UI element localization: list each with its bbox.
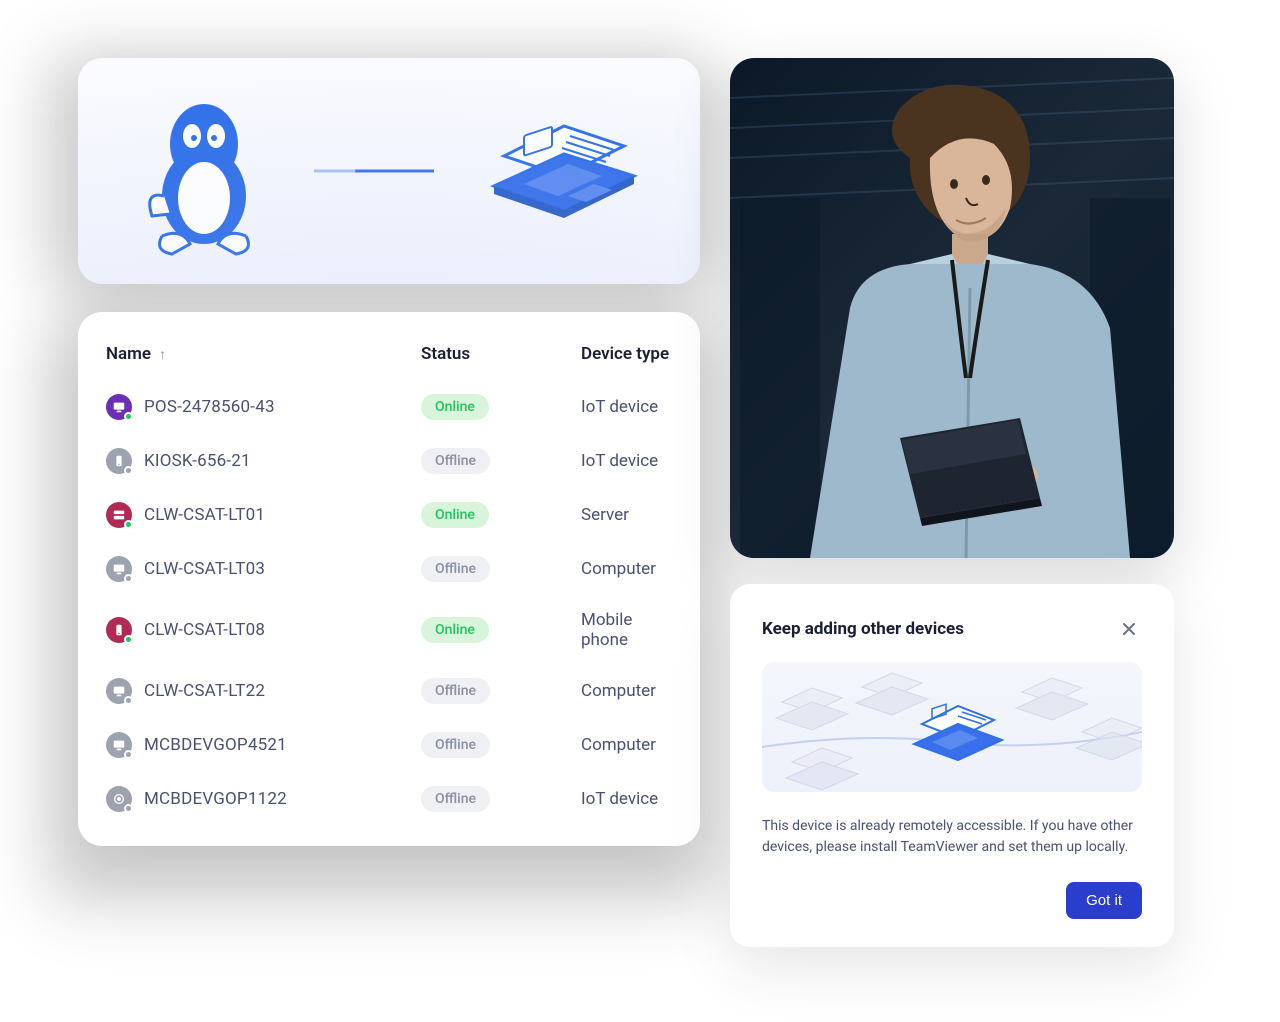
device-type-icon xyxy=(106,786,132,812)
close-icon xyxy=(1120,620,1138,638)
device-name-label: KIOSK-656-21 xyxy=(144,451,251,471)
device-name-label: POS-2478560-43 xyxy=(144,397,275,417)
device-type-label: Computer xyxy=(581,735,672,755)
device-name-label: CLW-CSAT-LT03 xyxy=(144,559,265,579)
device-type-icon xyxy=(106,678,132,704)
column-header-name[interactable]: Name ↑ xyxy=(106,344,421,364)
device-name-label: CLW-CSAT-LT22 xyxy=(144,681,265,701)
device-type-icon xyxy=(106,617,132,643)
table-row[interactable]: MCBDEVGOP1122 Offline IoT device xyxy=(78,772,700,826)
device-type-icon xyxy=(106,556,132,582)
device-type-icon xyxy=(106,448,132,474)
column-header-type[interactable]: Device type xyxy=(581,344,672,364)
table-row[interactable]: POS-2478560-43 Online IoT device xyxy=(78,380,700,434)
status-dot-icon xyxy=(124,466,133,475)
illustration-card xyxy=(78,58,700,284)
device-type-label: Computer xyxy=(581,681,672,701)
sort-ascending-icon: ↑ xyxy=(159,346,166,363)
add-devices-dialog: Keep adding other devices xyxy=(730,584,1174,947)
device-name-label: MCBDEVGOP4521 xyxy=(144,735,287,755)
device-type-label: IoT device xyxy=(581,397,672,417)
table-row[interactable]: CLW-CSAT-LT01 Online Server xyxy=(78,488,700,542)
status-dot-icon xyxy=(124,635,133,644)
dialog-illustration xyxy=(762,662,1142,792)
status-dot-icon xyxy=(124,412,133,421)
device-type-label: Mobile phone xyxy=(581,610,672,650)
device-type-label: Server xyxy=(581,505,672,525)
laptop-icon xyxy=(474,106,644,236)
status-dot-icon xyxy=(124,696,133,705)
device-type-icon xyxy=(106,732,132,758)
table-row[interactable]: CLW-CSAT-LT22 Offline Computer xyxy=(78,664,700,718)
device-type-icon xyxy=(106,394,132,420)
device-list-body: POS-2478560-43 Online IoT device KIOSK-6… xyxy=(78,380,700,826)
status-dot-icon xyxy=(124,520,133,529)
status-badge: Online xyxy=(421,502,489,528)
status-badge: Offline xyxy=(421,448,490,474)
device-name-label: CLW-CSAT-LT01 xyxy=(144,505,265,525)
status-badge: Online xyxy=(421,617,489,643)
status-dot-icon xyxy=(124,750,133,759)
device-name-label: CLW-CSAT-LT08 xyxy=(144,620,265,640)
status-badge: Offline xyxy=(421,786,490,812)
device-list-card: Name ↑ Status Device type POS-2478560-43… xyxy=(78,312,700,846)
photo-illustration xyxy=(730,58,1174,558)
device-type-label: IoT device xyxy=(581,451,672,471)
status-badge: Online xyxy=(421,394,489,420)
column-header-name-label: Name xyxy=(106,344,151,364)
status-badge: Offline xyxy=(421,678,490,704)
got-it-button[interactable]: Got it xyxy=(1066,882,1142,919)
status-dot-icon xyxy=(124,804,133,813)
linux-penguin-icon xyxy=(134,86,274,256)
device-name-label: MCBDEVGOP1122 xyxy=(144,789,287,809)
table-row[interactable]: MCBDEVGOP4521 Offline Computer xyxy=(78,718,700,772)
photo-card xyxy=(730,58,1174,558)
device-type-icon xyxy=(106,502,132,528)
connection-line-icon xyxy=(314,168,434,174)
table-row[interactable]: KIOSK-656-21 Offline IoT device xyxy=(78,434,700,488)
device-list-header: Name ↑ Status Device type xyxy=(78,312,700,380)
laptops-array-icon xyxy=(762,662,1142,792)
status-badge: Offline xyxy=(421,556,490,582)
device-type-label: IoT device xyxy=(581,789,672,809)
status-dot-icon xyxy=(124,574,133,583)
device-type-label: Computer xyxy=(581,559,672,579)
table-row[interactable]: CLW-CSAT-LT03 Offline Computer xyxy=(78,542,700,596)
dialog-title: Keep adding other devices xyxy=(762,619,964,639)
column-header-status[interactable]: Status xyxy=(421,344,581,364)
dialog-body-text: This device is already remotely accessib… xyxy=(762,816,1142,858)
table-row[interactable]: CLW-CSAT-LT08 Online Mobile phone xyxy=(78,596,700,664)
close-button[interactable] xyxy=(1116,616,1142,642)
status-badge: Offline xyxy=(421,732,490,758)
